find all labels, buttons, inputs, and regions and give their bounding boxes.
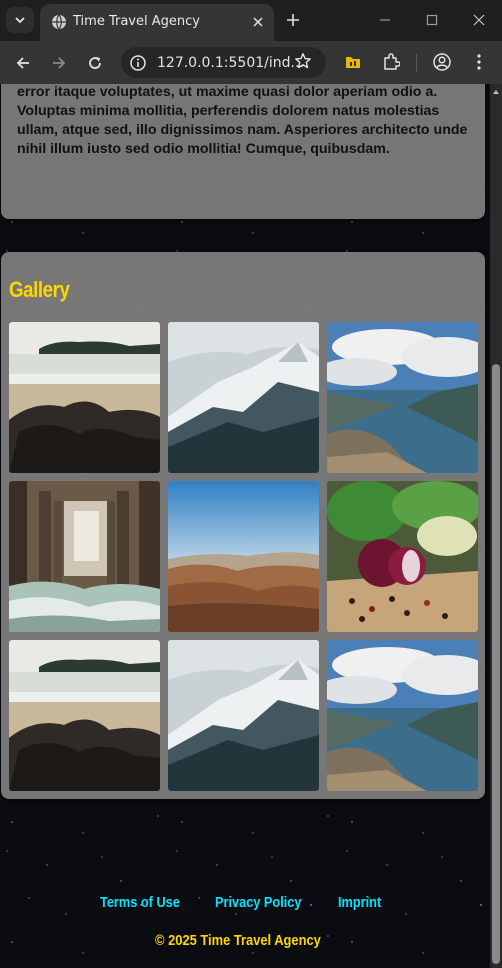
about-text: maiores perspiciatis labore iste eos fac… (17, 84, 468, 157)
browser-tab[interactable]: Time Travel Agency (40, 4, 274, 41)
gallery-image-fjord[interactable] (327, 640, 478, 791)
page-scrollbar[interactable] (490, 84, 502, 968)
copyright-text: © 2025 Time Travel Agency (155, 932, 321, 949)
toolbar-separator (416, 54, 417, 72)
gallery-grid (9, 322, 479, 792)
tab-search-button[interactable] (6, 7, 34, 33)
kebab-menu-icon (477, 54, 481, 70)
page-viewport: maiores perspiciatis labore iste eos fac… (0, 84, 502, 968)
url-text: 127.0.0.1:5501/ind... (157, 55, 304, 71)
footer-link-privacy[interactable]: Privacy Policy (215, 894, 301, 911)
forward-button[interactable] (48, 52, 70, 74)
chevron-down-icon (15, 17, 25, 24)
new-tab-button[interactable] (283, 10, 303, 30)
gallery-image-beach[interactable] (9, 640, 160, 791)
forward-arrow-icon (53, 57, 66, 69)
footer-link-imprint[interactable]: Imprint (338, 894, 381, 911)
extensions-button[interactable] (381, 52, 401, 72)
back-button[interactable] (12, 52, 34, 74)
gallery-title: Gallery (9, 277, 70, 302)
footer-links: Terms of Use Privacy Policy Imprint (0, 894, 490, 914)
folder-extension-button[interactable] (343, 52, 363, 72)
profile-button[interactable] (432, 52, 452, 72)
gallery-image-pier[interactable] (9, 481, 160, 632)
bookmark-star-icon[interactable] (294, 52, 312, 70)
back-arrow-icon (16, 57, 29, 69)
minimize-button[interactable] (377, 12, 393, 28)
gallery-image-beach[interactable] (9, 322, 160, 473)
gallery-image-desert[interactable] (168, 481, 319, 632)
tab-close-button[interactable] (250, 14, 266, 30)
gallery-image-onion[interactable] (327, 481, 478, 632)
maximize-icon (426, 14, 438, 26)
gallery-image-fjord[interactable] (327, 322, 478, 473)
window-close-button[interactable] (471, 12, 487, 28)
maximize-button[interactable] (424, 12, 440, 28)
folder-extension-icon (346, 57, 360, 68)
footer-link-terms[interactable]: Terms of Use (100, 894, 180, 911)
scroll-up-arrow-icon[interactable] (492, 88, 500, 96)
scrollbar-thumb[interactable] (492, 364, 500, 964)
close-icon (253, 17, 263, 27)
profile-icon (433, 53, 451, 71)
gallery-image-mountain[interactable] (168, 640, 319, 791)
browser-tab-bar: Time Travel Agency (0, 0, 502, 41)
gallery-image-mountain[interactable] (168, 322, 319, 473)
minimize-icon (380, 19, 390, 21)
browser-menu-button[interactable] (469, 52, 489, 72)
reload-button[interactable] (84, 52, 106, 74)
globe-icon (52, 14, 66, 30)
plus-icon (287, 14, 299, 26)
browser-toolbar: 127.0.0.1:5501/ind... (0, 41, 502, 84)
about-section: maiores perspiciatis labore iste eos fac… (1, 84, 485, 219)
site-info-icon[interactable] (129, 54, 147, 72)
window-close-icon (473, 14, 485, 26)
extensions-puzzle-icon (384, 53, 400, 70)
reload-icon (89, 57, 101, 69)
gallery-section: Gallery (1, 252, 485, 799)
tab-title: Time Travel Agency (73, 14, 200, 29)
